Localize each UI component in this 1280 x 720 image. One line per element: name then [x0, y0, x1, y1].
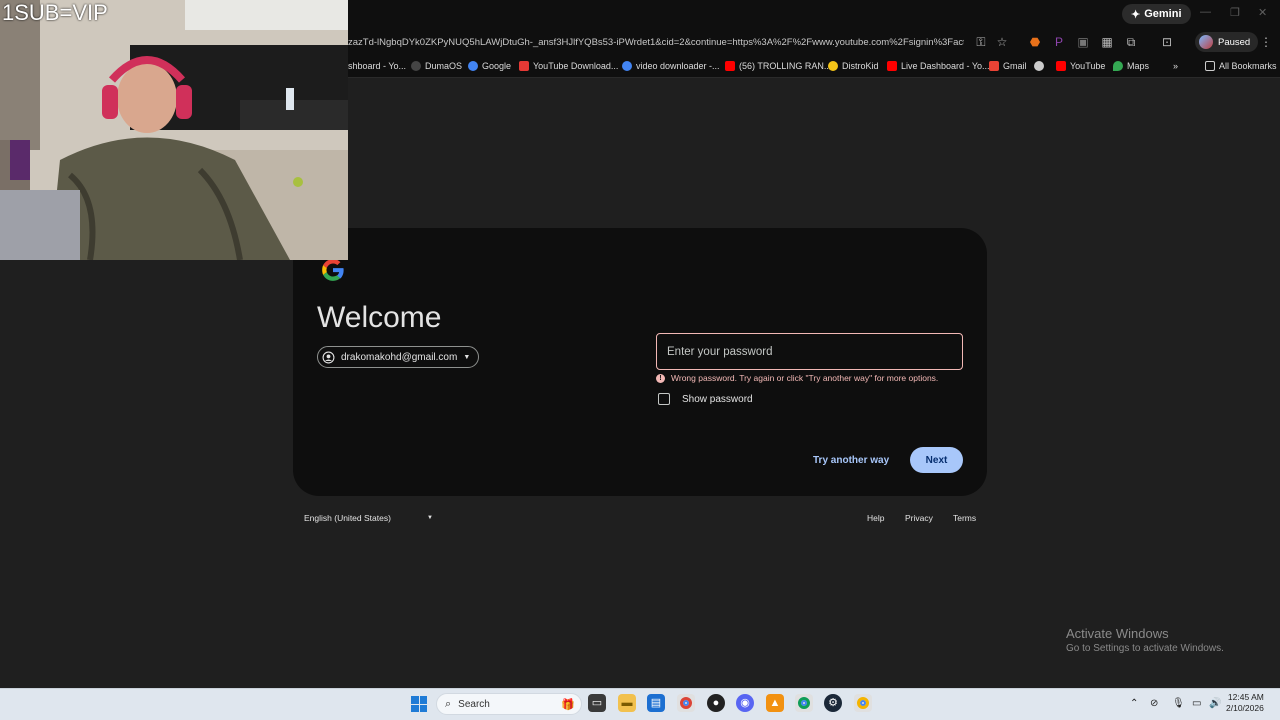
gemini-button[interactable]: ✦ Gemini — [1122, 4, 1191, 24]
youtube-icon — [887, 61, 897, 71]
chevron-down-icon: ▼ — [463, 353, 471, 361]
dumaos-icon — [411, 61, 421, 71]
bookmark-item[interactable]: Maps — [1113, 61, 1149, 71]
windows-start-icon[interactable] — [411, 696, 427, 712]
volume-icon[interactable]: 🔊 — [1209, 698, 1221, 709]
privacy-link[interactable]: Privacy — [905, 513, 933, 523]
bookmarks-overflow-icon[interactable]: » — [1173, 61, 1178, 71]
page-title: Welcome — [317, 301, 442, 334]
bookmark-item[interactable]: Live Dashboard - Yo... — [887, 61, 990, 71]
bookmark-item[interactable]: YouTube — [1056, 61, 1105, 71]
bookmark-item[interactable]: (56) TROLLING RAN... — [725, 61, 831, 71]
bookmark-item[interactable]: Google — [468, 61, 511, 71]
help-link[interactable]: Help — [867, 513, 884, 523]
search-placeholder: Search — [458, 698, 490, 710]
bookmark-star-icon[interactable]: ☆ — [995, 35, 1009, 49]
google-logo-icon — [322, 259, 344, 281]
password-field[interactable]: Enter your password — [656, 333, 963, 370]
activation-watermark-title: Activate Windows — [1066, 626, 1169, 641]
profile-button[interactable]: Paused — [1195, 32, 1259, 52]
search-icon: ⌕ — [445, 697, 452, 710]
password-key-icon[interactable]: ⚿ — [974, 35, 988, 49]
try-another-way-button[interactable]: Try another way — [806, 450, 896, 470]
tray-overflow-icon[interactable]: ⌃ — [1130, 698, 1138, 709]
account-circle-icon — [322, 351, 335, 363]
checkbox-icon[interactable] — [658, 393, 670, 405]
webcam-overlay — [0, 0, 348, 260]
system-clock[interactable]: 12:45 AM 2/10/2026 — [1226, 692, 1264, 714]
extension-grid-icon[interactable]: ▦ — [1100, 35, 1114, 49]
next-button[interactable]: Next — [910, 447, 963, 473]
microphone-icon[interactable]: 🎙 — [1172, 698, 1185, 709]
file-explorer-icon[interactable]: ▬ — [618, 694, 636, 712]
webcam-feed-image — [0, 0, 348, 260]
chevron-down-icon: ▼ — [426, 515, 433, 521]
gemini-sparkle-icon: ✦ — [1131, 8, 1141, 21]
task-view-icon[interactable]: ▭ — [588, 694, 606, 712]
gemini-label: Gemini — [1144, 8, 1182, 20]
store-icon[interactable]: ▤ — [647, 694, 665, 712]
terms-link[interactable]: Terms — [953, 513, 976, 523]
app-badge-icon[interactable]: ● — [707, 694, 725, 712]
bookmark-item[interactable]: shboard - Yo... — [348, 61, 406, 71]
clock-date: 2/10/2026 — [1226, 703, 1264, 713]
account-chip[interactable]: drakomakohd@gmail.com ▼ — [317, 346, 480, 368]
bookmark-item[interactable]: DumaOS — [411, 61, 462, 71]
extension-purple-icon[interactable]: P — [1052, 35, 1066, 49]
show-password-label: Show password — [682, 393, 753, 405]
activation-watermark-subtitle: Go to Settings to activate Windows. — [1066, 643, 1224, 654]
tab-search-icon[interactable]: ⊡ — [1160, 35, 1174, 49]
bookmark-item[interactable]: Gmail — [989, 61, 1027, 71]
maximize-icon[interactable]: ❐ — [1230, 6, 1240, 19]
search-highlight-icon: 🎁 — [561, 698, 575, 711]
clock-time: 12:45 AM — [1227, 692, 1264, 702]
all-bookmarks-folder[interactable]: All Bookmarks — [1205, 61, 1277, 71]
minimize-icon[interactable]: — — [1200, 6, 1211, 18]
globe-icon — [1034, 61, 1044, 71]
password-placeholder: Enter your password — [667, 345, 773, 358]
google-icon — [622, 61, 632, 71]
discord-icon[interactable]: ◉ — [736, 694, 754, 712]
youtube-icon — [725, 61, 735, 71]
overlay-caption: 1SUB=VIP — [2, 0, 108, 25]
maps-icon — [1113, 61, 1123, 71]
vlc-like-icon[interactable]: ▲ — [766, 694, 784, 712]
download-icon — [519, 61, 529, 71]
profile-status: Paused — [1218, 36, 1251, 48]
show-password-checkbox[interactable]: Show password — [658, 393, 753, 405]
distrokid-icon — [828, 61, 838, 71]
windows-taskbar — [0, 688, 1280, 720]
taskbar-search[interactable]: ⌕ Search 🎁 — [436, 693, 582, 715]
language-label: English (United States) — [304, 513, 391, 523]
bookmark-item[interactable]: DistroKid — [828, 61, 879, 71]
password-error-message: ! Wrong password. Try again or click "Tr… — [656, 373, 938, 383]
account-email: drakomakohd@gmail.com — [341, 351, 458, 363]
extensions-puzzle-icon[interactable]: ⧉ — [1124, 35, 1138, 49]
google-icon — [468, 61, 478, 71]
folder-icon — [1205, 61, 1215, 71]
menu-kebab-icon[interactable]: ⋮ — [1259, 35, 1273, 49]
bookmark-item[interactable]: video downloader -... — [622, 61, 720, 71]
chrome-icon[interactable] — [677, 694, 695, 712]
gmail-icon — [989, 61, 999, 71]
address-bar[interactable]: zazTd-lNgbqDYk0ZKPyNUQ5hLAWjDtuGh-_ansf3… — [348, 37, 964, 48]
extension-orange-icon[interactable]: ⬣ — [1028, 35, 1042, 49]
error-icon: ! — [656, 373, 665, 383]
bookmark-item[interactable]: YouTube Download... — [519, 61, 618, 71]
youtube-icon — [1056, 61, 1066, 71]
bookmark-item[interactable] — [1034, 61, 1048, 71]
network-icon[interactable]: ⊘ — [1150, 698, 1158, 709]
extension-gray-icon[interactable]: ▣ — [1076, 35, 1090, 49]
chrome-active-icon[interactable] — [795, 694, 813, 712]
display-icon[interactable]: ▭ — [1192, 698, 1201, 709]
chrome-alt-icon[interactable] — [854, 694, 872, 712]
avatar — [1199, 35, 1213, 49]
steam-icon[interactable]: ⚙ — [824, 694, 842, 712]
language-selector[interactable]: English (United States) ▼ — [304, 513, 433, 523]
close-icon[interactable]: ✕ — [1258, 6, 1267, 19]
error-text: Wrong password. Try again or click "Try … — [671, 373, 939, 383]
